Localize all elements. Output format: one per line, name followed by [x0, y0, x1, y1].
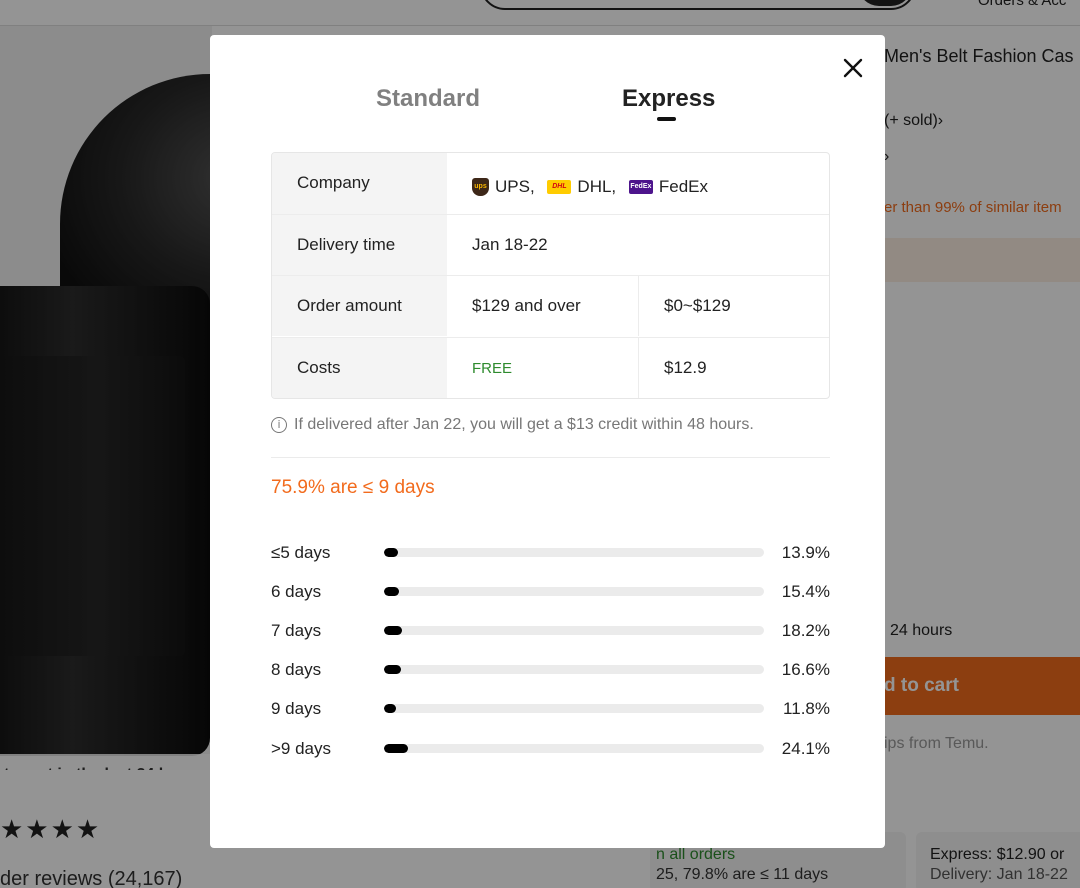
carrier-name: UPS, [495, 177, 535, 196]
company-label: Company [272, 153, 447, 214]
distribution-label: 8 days [271, 660, 322, 679]
carrier-dhl: DHL DHL, [547, 177, 616, 197]
distribution-row: 9 days 11.8% [271, 696, 830, 720]
credit-note: i If delivered after Jan 22, you will ge… [271, 416, 754, 434]
cost-tier-1: FREE [472, 360, 513, 377]
table-row-company: Company ups UPS, DHL DHL, FedEx FedEx [272, 153, 829, 214]
shipping-info-table: Company ups UPS, DHL DHL, FedEx FedEx De… [271, 152, 830, 399]
distribution-label: ≤5 days [271, 543, 331, 562]
distribution-label: 9 days [271, 699, 322, 718]
distribution-bar-fill [384, 744, 409, 753]
delivery-time-value: Jan 18-22 [472, 235, 548, 254]
dhl-logo-icon: DHL [547, 180, 572, 194]
shipping-modal: Standard Express Company ups UPS, DHL DH… [210, 35, 885, 848]
fedex-logo-icon: FedEx [628, 180, 653, 194]
info-icon: i [271, 417, 287, 433]
distribution-value: 15.4% [781, 582, 830, 601]
credit-note-text: If delivered after Jan 22, you will get … [294, 416, 754, 433]
carrier-ups: ups UPS, [472, 177, 535, 197]
divider [271, 457, 830, 458]
distribution-value: 24.1% [781, 739, 830, 758]
distribution-bar-fill [384, 587, 400, 596]
distribution-bar-track [384, 744, 764, 753]
distribution-row: 6 days 15.4% [271, 579, 830, 603]
distribution-label: >9 days [271, 739, 332, 758]
distribution-value: 18.2% [781, 621, 830, 640]
distribution-value: 11.8% [783, 699, 830, 718]
distribution-row: ≤5 days 13.9% [271, 540, 830, 564]
carrier-fedex: FedEx FedEx [628, 177, 709, 197]
ups-logo-icon: ups [472, 178, 489, 196]
distribution-bar-fill [384, 548, 398, 557]
carriers-cell: ups UPS, DHL DHL, FedEx FedEx [447, 153, 829, 214]
distribution-value: 13.9% [781, 543, 830, 562]
close-button[interactable] [838, 53, 868, 83]
active-tab-indicator [657, 117, 676, 121]
distribution-label: 6 days [271, 582, 322, 601]
distribution-bar-track [384, 626, 764, 635]
distribution-bar-track [384, 704, 764, 713]
delivery-time-label: Delivery time [272, 215, 447, 275]
order-amount-tier-1: $129 and over [472, 296, 581, 315]
table-row-order-amount: Order amount $129 and over $0~$129 [272, 275, 829, 336]
distribution-value: 16.6% [781, 660, 830, 679]
close-icon [843, 58, 863, 78]
distribution-bar-fill [384, 626, 403, 635]
order-amount-label: Order amount [272, 276, 447, 336]
distribution-bar-track [384, 548, 764, 557]
tab-express[interactable]: Express [622, 85, 715, 113]
distribution-label: 7 days [271, 621, 322, 640]
distribution-row: 7 days 18.2% [271, 618, 830, 642]
distribution-bar-track [384, 587, 764, 596]
order-amount-tier-2: $0~$129 [638, 276, 829, 336]
distribution-bar-track [384, 665, 764, 674]
table-row-delivery: Delivery time Jan 18-22 [272, 214, 829, 275]
distribution-row: 8 days 16.6% [271, 657, 830, 681]
distribution-row: >9 days 24.1% [271, 736, 830, 760]
carrier-name: DHL, [577, 177, 617, 196]
distribution-bar-fill [384, 704, 396, 713]
table-row-costs: Costs FREE $12.9 [272, 337, 829, 398]
distribution-bar-fill [384, 665, 401, 674]
carrier-name: FedEx [658, 177, 709, 196]
tab-standard[interactable]: Standard [376, 85, 480, 113]
costs-label: Costs [272, 338, 447, 398]
cost-tier-2: $12.9 [638, 338, 829, 398]
delivery-headline: 75.9% are ≤ 9 days [271, 477, 435, 498]
